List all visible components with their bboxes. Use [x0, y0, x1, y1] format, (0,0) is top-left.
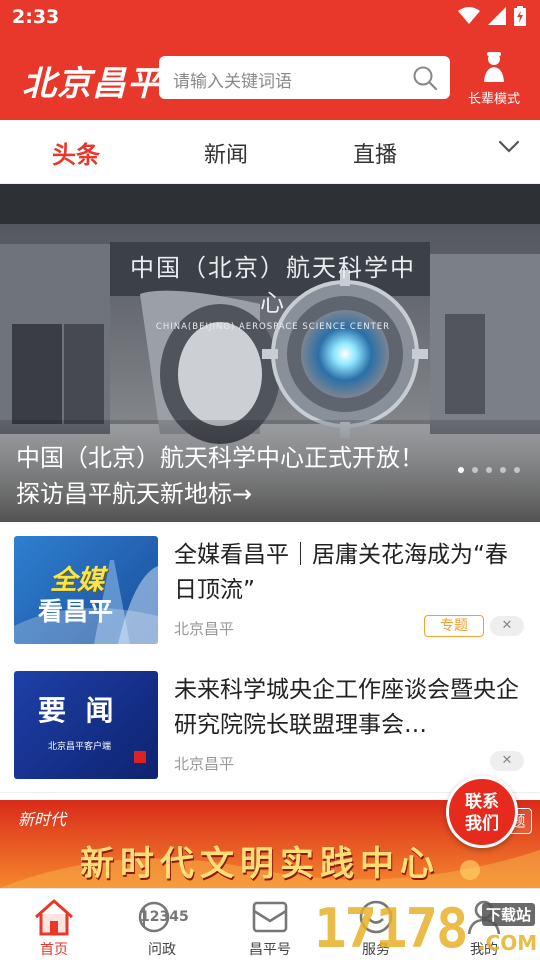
elder-mode-button[interactable]: 长辈模式 — [464, 48, 524, 108]
carousel-dot[interactable] — [486, 467, 492, 473]
banner-sign-cn: 中国（北京）航天科学中心 — [130, 254, 416, 317]
battery-icon — [514, 6, 526, 26]
app-header: 北京昌平 请输入关键词语 长辈模式 — [0, 36, 540, 120]
nav-label: 首页 — [40, 942, 68, 958]
red-seal-icon — [134, 751, 146, 763]
status-icons — [458, 6, 526, 26]
watermark-tag: 下载站 — [482, 903, 536, 926]
nav-label: 问政 — [148, 942, 176, 958]
tab-headlines[interactable]: 头条 — [52, 135, 100, 170]
promo-logo: 新时代 — [18, 810, 67, 829]
nav-label: 昌平号 — [249, 942, 291, 958]
nav-home[interactable]: 首页 — [4, 893, 104, 959]
status-time: 2:33 — [12, 6, 60, 28]
news-thumbnail: 全媒 看昌平 — [14, 536, 158, 644]
hero-banner[interactable]: 中国（北京）航天科学中心 CHINA(BEIJING) AEROSPACE SC… — [0, 184, 540, 522]
tab-news[interactable]: 新闻 — [204, 137, 248, 169]
news-title[interactable]: 未来科学城央企工作座谈会暨央企研究院院长联盟理事会… — [174, 673, 524, 743]
search-placeholder: 请输入关键词语 — [173, 72, 292, 92]
topic-tag: 专题 — [424, 615, 484, 637]
nav-changping-account[interactable]: 昌平号 — [220, 893, 320, 959]
watermark-number: 17178 — [314, 897, 469, 960]
carousel-dot[interactable] — [458, 467, 464, 473]
search-icon[interactable] — [412, 65, 438, 91]
carousel-dot[interactable] — [500, 467, 506, 473]
carousel-dot[interactable] — [472, 467, 478, 473]
status-bar: 2:33 — [0, 0, 540, 36]
nav-inquiry[interactable]: 12345 问政 — [112, 893, 212, 959]
news-list-item[interactable]: 全媒 看昌平 全媒看昌平｜居庸关花海成为“春日顶流” 北京昌平 专题 ✕ — [0, 522, 540, 658]
banner-sign: 中国（北京）航天科学中心 CHINA(BEIJING) AEROSPACE SC… — [118, 248, 428, 332]
chevron-down-icon[interactable] — [498, 140, 520, 154]
app-logo: 北京昌平 — [22, 64, 162, 104]
tab-live[interactable]: 直播 — [353, 137, 397, 169]
book-icon — [252, 901, 288, 933]
elder-mode-label: 长辈模式 — [467, 92, 520, 107]
thumb-text-1: 要 闻 — [38, 694, 114, 727]
site-watermark: 17178 .COM 下载站 — [314, 895, 540, 960]
elder-icon — [484, 52, 504, 82]
thumb-text-2: 看昌平 — [38, 597, 114, 626]
banner-sign-en: CHINA(BEIJING) AEROSPACE SCIENCE CENTER — [155, 322, 391, 332]
promo-title: 新时代文明实践中心 — [80, 844, 440, 884]
contact-line-2: 我们 — [465, 814, 499, 834]
banner-caption[interactable]: 中国（北京）航天科学中心正式开放！探访昌平航天新地标→ — [16, 440, 426, 512]
signal-icon — [488, 7, 506, 25]
news-title[interactable]: 全媒看昌平｜居庸关花海成为“春日顶流” — [174, 538, 524, 608]
home-icon — [35, 899, 73, 936]
carousel-dot[interactable] — [514, 467, 520, 473]
watermark-suffix: .COM — [478, 931, 538, 955]
news-source: 北京昌平 — [174, 620, 235, 638]
thumb-text-2: 北京昌平客户端 — [48, 742, 112, 752]
news-list-item[interactable]: 要 闻 北京昌平客户端 未来科学城央企工作座谈会暨央企研究院院长联盟理事会… 北… — [0, 657, 540, 793]
hotline-number: 12345 — [140, 909, 189, 925]
news-source: 北京昌平 — [174, 755, 235, 773]
wifi-icon — [458, 7, 480, 24]
news-thumbnail: 要 闻 北京昌平客户端 — [14, 671, 158, 779]
carousel-dots — [458, 467, 520, 473]
search-input[interactable]: 请输入关键词语 — [159, 56, 450, 99]
dismiss-button[interactable]: ✕ — [490, 751, 524, 771]
contact-us-button[interactable]: 联系 我们 — [446, 776, 518, 848]
dismiss-button[interactable]: ✕ — [490, 616, 524, 636]
contact-line-1: 联系 — [465, 792, 499, 812]
category-tabs: 头条 新闻 直播 — [0, 120, 540, 184]
